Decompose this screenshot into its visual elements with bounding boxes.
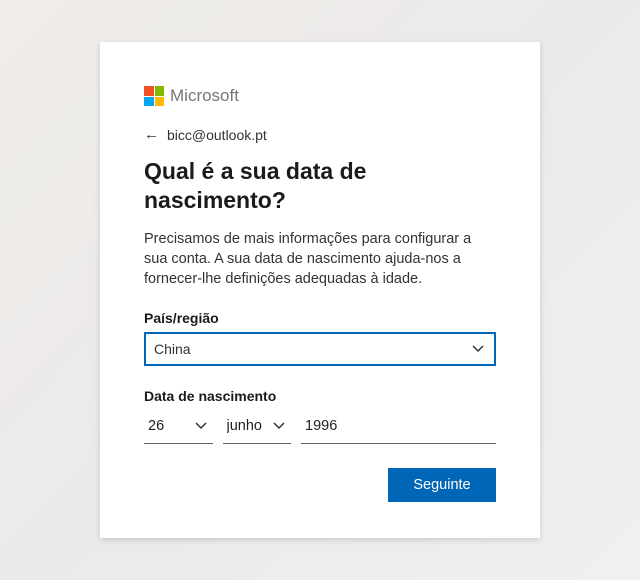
country-label: País/região — [144, 310, 496, 326]
button-row: Seguinte — [144, 468, 496, 502]
country-select[interactable]: China — [144, 332, 496, 366]
page-title: Qual é a sua data de nascimento? — [144, 157, 496, 215]
dob-month-select[interactable]: junho — [223, 410, 292, 444]
microsoft-logo-icon — [144, 86, 164, 106]
country-field-group: País/região China — [144, 310, 496, 366]
dob-label: Data de nascimento — [144, 388, 496, 404]
next-button[interactable]: Seguinte — [388, 468, 496, 502]
dob-row: 26 junho — [144, 410, 496, 444]
brand-text: Microsoft — [170, 86, 239, 106]
back-arrow-icon[interactable]: ← — [144, 126, 159, 143]
brand-row: Microsoft — [144, 86, 496, 106]
dob-day-select[interactable]: 26 — [144, 410, 213, 444]
dob-year-input[interactable] — [301, 410, 496, 444]
signup-card: Microsoft ← bicc@outlook.pt Qual é a sua… — [100, 42, 540, 537]
dob-field-group: Data de nascimento 26 junho — [144, 388, 496, 444]
identity-email: bicc@outlook.pt — [167, 127, 267, 143]
identity-row: ← bicc@outlook.pt — [144, 126, 496, 143]
description-text: Precisamos de mais informações para conf… — [144, 229, 496, 290]
